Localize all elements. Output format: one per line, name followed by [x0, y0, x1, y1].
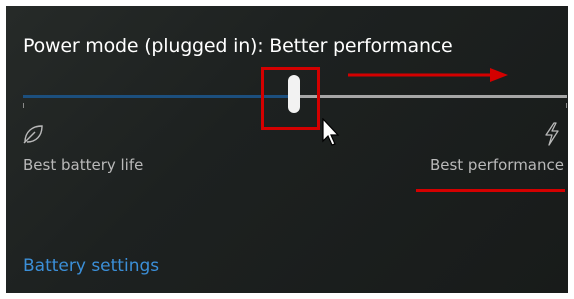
slider-max-label: Best performance — [429, 156, 564, 174]
slider-tick-min — [23, 103, 24, 108]
slider-tick-max — [566, 103, 567, 108]
annotation-highlight-box — [261, 67, 320, 130]
slider-min-label: Best battery life — [23, 156, 144, 174]
annotation-arrow-icon — [348, 68, 508, 82]
slider-track-empty[interactable] — [295, 95, 567, 98]
lightning-bolt-icon — [545, 122, 559, 146]
power-mode-flyout: Power mode (plugged in): Better performa… — [6, 6, 568, 293]
power-mode-title: Power mode (plugged in): Better performa… — [23, 35, 453, 57]
mouse-pointer-icon — [322, 118, 340, 146]
slider-track-filled[interactable] — [23, 95, 295, 98]
annotation-underline — [416, 189, 565, 192]
leaf-icon — [23, 125, 43, 144]
battery-settings-link[interactable]: Battery settings — [23, 256, 159, 276]
